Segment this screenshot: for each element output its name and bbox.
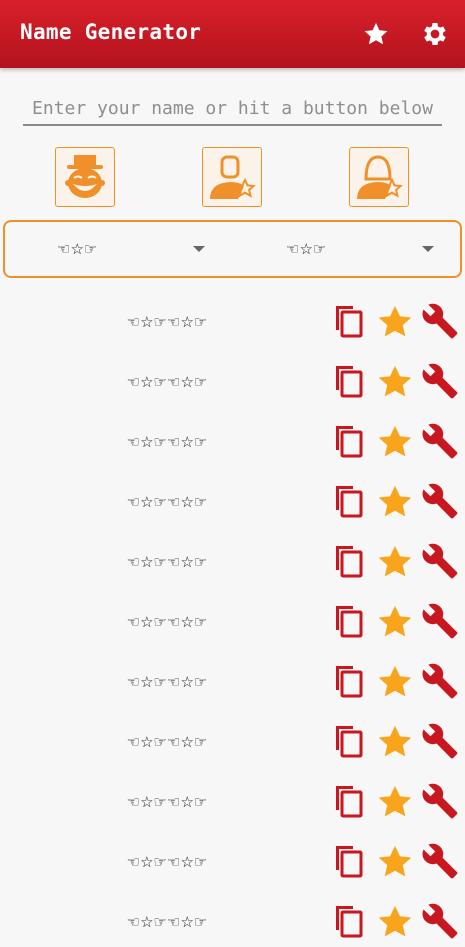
result-row: ☜☆☞☜☆☞ [0,717,465,767]
app-bar: Name Generator [0,0,465,68]
left-dropdown-arrow-icon[interactable] [193,246,205,252]
generated-name[interactable]: ☜☆☞☜☆☞ [60,897,274,947]
left-style-dropdown[interactable]: ☜☆☞ [57,240,97,258]
favorite-star-icon[interactable] [376,423,414,461]
generated-name[interactable]: ☜☆☞☜☆☞ [60,777,274,827]
male-user-star-icon [210,155,256,199]
right-style-dropdown[interactable]: ☜☆☞ [286,240,326,258]
favorite-star-icon[interactable] [376,363,414,401]
random-name-button[interactable] [55,147,115,207]
result-row: ☜☆☞☜☆☞ [0,477,465,527]
wrench-icon[interactable] [421,302,459,340]
wrench-icon[interactable] [421,842,459,880]
male-name-button[interactable] [202,147,262,207]
wrench-icon[interactable] [421,542,459,580]
generated-name[interactable]: ☜☆☞☜☆☞ [60,357,274,407]
favorite-star-icon[interactable] [376,903,414,941]
generated-name[interactable]: ☜☆☞☜☆☞ [60,537,274,587]
copy-icon[interactable] [330,783,366,819]
jester-face-icon [65,155,105,198]
wrench-icon[interactable] [421,602,459,640]
result-row: ☜☆☞☜☆☞ [0,837,465,887]
wrench-icon[interactable] [421,722,459,760]
generated-name[interactable]: ☜☆☞☜☆☞ [60,477,274,527]
favorite-star-icon[interactable] [376,303,414,341]
female-user-star-icon [357,155,403,199]
style-selector-box: ☜☆☞ ☜☆☞ [3,220,462,278]
favorite-star-icon[interactable] [376,483,414,521]
wrench-icon[interactable] [421,482,459,520]
copy-icon[interactable] [330,843,366,879]
favorite-star-icon[interactable] [376,843,414,881]
favorite-star-icon[interactable] [376,663,414,701]
copy-icon[interactable] [330,363,366,399]
copy-icon[interactable] [330,603,366,639]
favorite-star-icon[interactable] [376,783,414,821]
result-row: ☜☆☞☜☆☞ [0,657,465,707]
copy-icon[interactable] [330,423,366,459]
generated-name[interactable]: ☜☆☞☜☆☞ [60,837,274,887]
copy-icon[interactable] [330,723,366,759]
favorite-star-icon[interactable] [376,543,414,581]
app-title: Name Generator [20,20,202,44]
wrench-icon[interactable] [421,662,459,700]
result-row: ☜☆☞☜☆☞ [0,297,465,347]
result-row: ☜☆☞☜☆☞ [0,537,465,587]
generated-name[interactable]: ☜☆☞☜☆☞ [60,657,274,707]
generated-name[interactable]: ☜☆☞☜☆☞ [60,297,274,347]
wrench-icon[interactable] [421,782,459,820]
right-dropdown-arrow-icon[interactable] [422,246,434,252]
generated-name[interactable]: ☜☆☞☜☆☞ [60,417,274,467]
copy-icon[interactable] [330,903,366,939]
name-input[interactable] [23,92,442,126]
female-name-button[interactable] [349,147,409,207]
generated-name[interactable]: ☜☆☞☜☆☞ [60,597,274,647]
generated-name[interactable]: ☜☆☞☜☆☞ [60,717,274,767]
wrench-icon[interactable] [421,902,459,940]
wrench-icon[interactable] [421,422,459,460]
gear-icon[interactable] [420,19,450,49]
copy-icon[interactable] [330,303,366,339]
result-row: ☜☆☞☜☆☞ [0,357,465,407]
result-row: ☜☆☞☜☆☞ [0,777,465,827]
result-row: ☜☆☞☜☆☞ [0,897,465,947]
favorite-star-icon[interactable] [376,723,414,761]
wrench-icon[interactable] [421,362,459,400]
copy-icon[interactable] [330,543,366,579]
result-row: ☜☆☞☜☆☞ [0,417,465,467]
copy-icon[interactable] [330,483,366,519]
result-row: ☜☆☞☜☆☞ [0,597,465,647]
favorite-star-icon[interactable] [376,603,414,641]
copy-icon[interactable] [330,663,366,699]
star-icon[interactable] [362,20,390,48]
